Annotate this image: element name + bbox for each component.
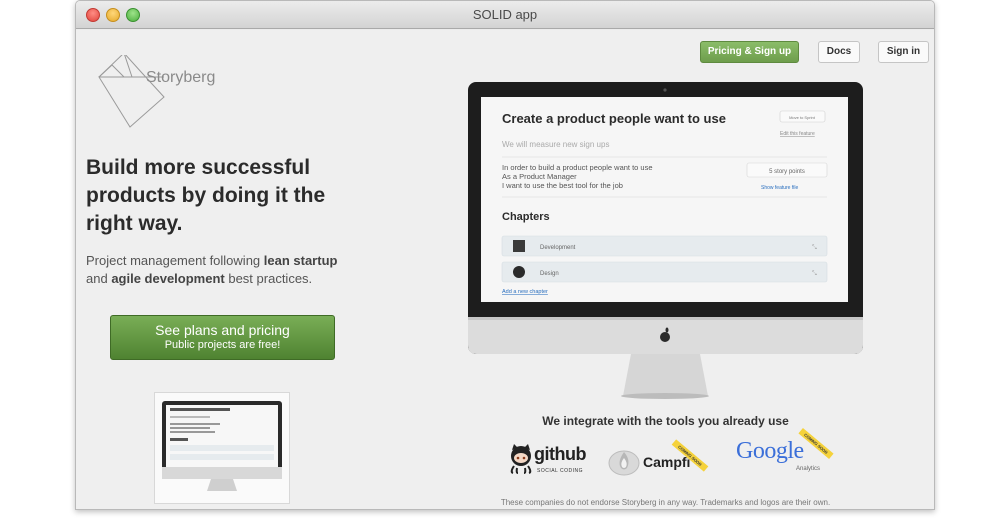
monitor-thumbnail-icon	[162, 401, 282, 491]
github-wordmark: github	[534, 444, 586, 464]
chapters-heading: Chapters	[502, 211, 550, 223]
google-wordmark: Google	[736, 438, 804, 464]
octocat-icon	[510, 444, 532, 474]
story-line-3: I want to use the best tool for the job	[502, 181, 623, 190]
move-to-sprint-label: Move to Sprint	[789, 115, 816, 120]
story-line-2: As a Product Manager	[502, 172, 577, 181]
expand-icon[interactable]: ⤡	[812, 270, 817, 277]
edit-feature-link[interactable]: Edit this feature	[780, 131, 815, 137]
integrations-heading: We integrate with the tools you already …	[542, 414, 789, 428]
screenshot-thumbnail[interactable]	[154, 392, 290, 504]
campfire-wordmark: Campfi	[643, 454, 691, 470]
octocat-chapter-icon	[513, 266, 525, 278]
story-points-label: 5 story points	[769, 169, 805, 175]
diamond-logo-icon	[98, 55, 165, 128]
story-line-1: In order to build a product people want …	[502, 163, 653, 172]
page-content: Storyberg Pricing & Sign up Docs Sign in…	[76, 30, 934, 509]
github-logo[interactable]: github SOCIAL CODING	[506, 442, 598, 482]
hero-subtitle: Project management following lean startu…	[86, 253, 338, 286]
coming-soon-ribbon: COMING SOON	[798, 427, 834, 460]
measure-text: We will measure new sign ups	[502, 140, 609, 149]
screen-feature-title: Create a product people want to use	[502, 111, 726, 126]
analytics-label: Analytics	[796, 466, 821, 472]
pricing-signup-button[interactable]: Pricing & Sign up	[700, 41, 799, 63]
chapter-label-design: Design	[540, 271, 559, 277]
development-chapter-icon	[513, 240, 525, 252]
github-tagline: SOCIAL CODING	[537, 468, 584, 474]
hero-headline: Build more successful products by doing …	[86, 156, 326, 235]
add-chapter-link[interactable]: Add a new chapter	[502, 289, 548, 295]
brand-name: Storyberg	[146, 69, 216, 86]
docs-button[interactable]: Docs	[818, 41, 860, 63]
see-plans-button[interactable]: See plans and pricing Public projects ar…	[110, 315, 335, 360]
google-analytics-logo[interactable]: Google Analytics COMING SOON	[736, 427, 834, 478]
app-window: SOLID app Storyberg Pricing & Sign up Do…	[75, 0, 935, 510]
show-feature-file-link[interactable]: Show feature file	[761, 185, 798, 191]
chapter-label-development: Development	[540, 245, 576, 251]
endorsement-disclaimer: These companies do not endorse Storyberg…	[500, 498, 831, 507]
cta-main-label: See plans and pricing	[155, 322, 290, 338]
expand-icon[interactable]: ⤡	[812, 244, 817, 251]
product-screenshot-monitor: Create a product people want to use Move…	[468, 82, 863, 400]
campfire-icon	[608, 450, 640, 476]
sign-in-button[interactable]: Sign in	[878, 41, 929, 63]
window-title: SOLID app	[472, 7, 538, 22]
campfire-logo[interactable]: Campfi COMING SOON	[607, 439, 709, 482]
cta-sub-label: Public projects are free!	[164, 339, 281, 351]
title-bar: SOLID app	[76, 1, 934, 29]
